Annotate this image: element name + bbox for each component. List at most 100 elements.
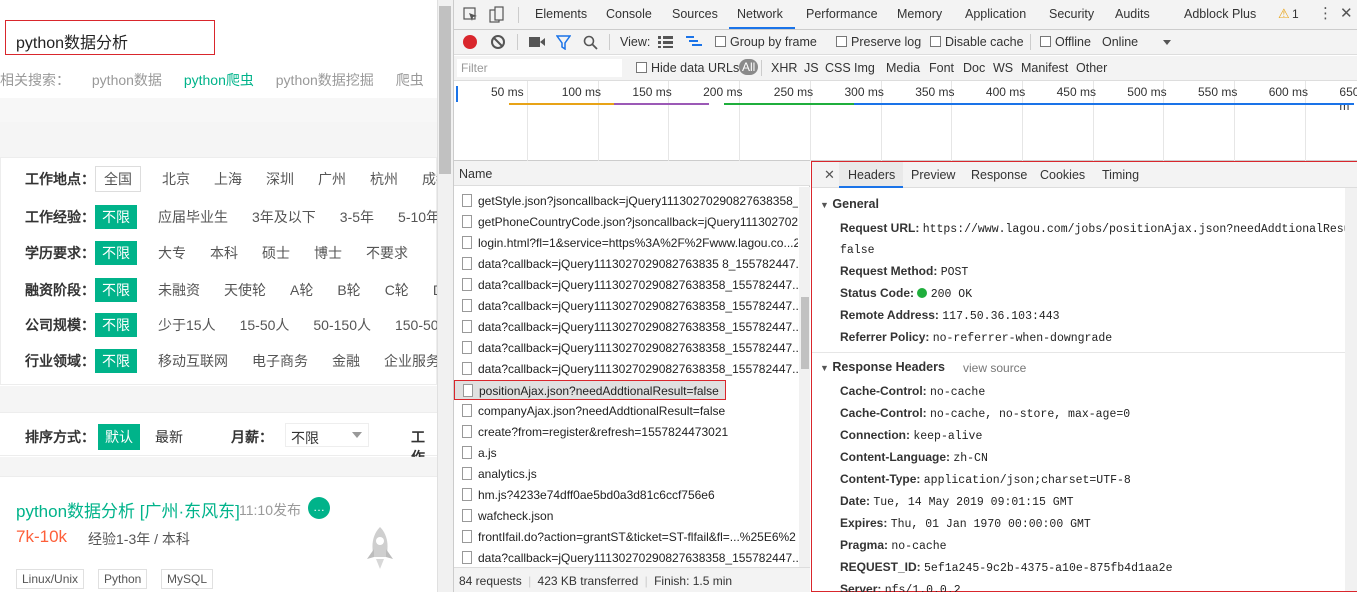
request-row[interactable]: getStyle.json?jsoncallback=jQuery1113027… [454, 191, 798, 212]
request-row[interactable]: login.html?fl=1&service=https%3A%2F%2Fww… [454, 233, 798, 254]
request-row[interactable]: data?callback=jQuery1113027029082763835 … [454, 254, 798, 275]
device-toolbar-icon[interactable] [489, 6, 505, 23]
hide-data-urls-checkbox[interactable]: Hide data URLs [636, 61, 739, 75]
request-row[interactable]: data?callback=jQuery11130270290827638358… [454, 296, 798, 317]
request-row[interactable]: data?callback=jQuery11130270290827638358… [454, 317, 798, 338]
preserve-log-checkbox[interactable]: Preserve log [836, 35, 921, 49]
filter-icon[interactable] [556, 35, 571, 50]
related-link[interactable]: 爬虫 [396, 72, 424, 88]
filter-option[interactable]: 全国 [95, 166, 141, 192]
tab-adblock-plus[interactable]: Adblock Plus [1184, 7, 1256, 21]
tab-headers[interactable]: Headers [848, 168, 895, 182]
request-list-scrollbar-thumb[interactable] [801, 297, 809, 369]
filter-option[interactable]: 广州 [315, 167, 349, 191]
filter-doc[interactable]: Doc [963, 61, 985, 75]
tab-console[interactable]: Console [606, 7, 652, 21]
chat-icon[interactable]: … [308, 497, 330, 519]
filter-option[interactable]: 本科 [207, 241, 241, 265]
filter-xhr[interactable]: XHR [771, 61, 797, 75]
filter-option[interactable]: 天使轮 [221, 278, 269, 302]
tab-application[interactable]: Application [965, 7, 1026, 21]
request-row[interactable]: a.js [454, 443, 798, 464]
filter-option[interactable]: C轮 [382, 278, 412, 302]
filter-option[interactable]: 少于15人 [155, 313, 219, 337]
more-menu-icon[interactable]: ⋮ [1318, 4, 1333, 22]
filter-media[interactable]: Media [886, 61, 920, 75]
inspect-element-icon[interactable] [463, 7, 478, 22]
group-by-frame-checkbox[interactable]: Group by frame [715, 35, 817, 49]
filter-option[interactable]: 5-10年 [395, 205, 443, 229]
filter-manifest[interactable]: Manifest [1021, 61, 1068, 75]
tab-cookies[interactable]: Cookies [1040, 168, 1085, 182]
salary-select[interactable]: 不限 [285, 423, 369, 447]
filter-option[interactable]: A轮 [287, 278, 316, 302]
filter-option[interactable]: 150-50 [392, 315, 442, 335]
camera-icon[interactable] [529, 36, 545, 48]
filter-font[interactable]: Font [929, 61, 954, 75]
page-scrollbar-thumb[interactable] [439, 6, 451, 174]
request-row[interactable]: data?callback=jQuery11130270290827638358… [454, 548, 798, 569]
filter-option[interactable]: 不限 [95, 241, 137, 265]
related-link[interactable]: python爬虫 [184, 72, 254, 88]
request-row[interactable]: create?from=register&refresh=15578244730… [454, 422, 798, 443]
tab-preview[interactable]: Preview [911, 168, 955, 182]
search-input[interactable]: python数据分析 [5, 20, 215, 55]
filter-option[interactable]: 移动互联网 [155, 349, 231, 373]
name-column-header[interactable]: Name [454, 161, 810, 186]
filter-input[interactable]: Filter [457, 59, 622, 77]
close-icon[interactable]: ✕ [1340, 4, 1353, 22]
job-title[interactable]: python数据分析 [广州·东风东] [16, 497, 240, 522]
sort-default[interactable]: 默认 [98, 424, 140, 450]
clear-icon[interactable] [491, 35, 505, 49]
job-card[interactable]: python数据分析 [广州·东风东] 11:10发布 … 7k-10k 经验1… [0, 476, 437, 592]
tab-audits[interactable]: Audits [1115, 7, 1150, 21]
request-row[interactable]: frontIfail.do?action=grantST&ticket=ST-f… [454, 527, 798, 548]
general-section-toggle[interactable]: ▼ General [820, 197, 879, 211]
request-row[interactable]: hm.js?4233e74dff0ae5bd0a3d81c6ccf756e6 [454, 485, 798, 506]
filter-all[interactable]: All [739, 59, 759, 75]
network-overview-timeline[interactable]: 50 ms 100 ms 150 ms 200 ms 250 ms 300 ms 350 m… [454, 81, 1357, 161]
view-source-link[interactable]: view source [963, 361, 1026, 375]
filter-other[interactable]: Other [1076, 61, 1107, 75]
request-list-scrollbar[interactable] [799, 187, 810, 567]
tab-sources[interactable]: Sources [672, 7, 718, 21]
rocket-icon[interactable] [364, 525, 396, 573]
filter-option[interactable]: 企业服务 [381, 349, 443, 373]
filter-option[interactable]: 大专 [155, 241, 189, 265]
request-row[interactable]: getPhoneCountryCode.json?jsoncallback=jQ… [454, 212, 798, 233]
filter-option[interactable]: 15-50人 [237, 313, 293, 337]
throttling-select[interactable]: Online [1102, 35, 1138, 49]
filter-option[interactable]: 上海 [211, 167, 245, 191]
request-row[interactable]: analytics.js [454, 464, 798, 485]
filter-option[interactable]: 50-150人 [310, 313, 374, 337]
close-icon[interactable]: ✕ [824, 167, 835, 183]
filter-option[interactable]: 不限 [95, 205, 137, 229]
filter-option[interactable]: 未融资 [155, 278, 203, 302]
related-link[interactable]: python数据 [92, 72, 162, 88]
tab-elements[interactable]: Elements [535, 7, 587, 21]
filter-option[interactable]: 硕士 [259, 241, 293, 265]
response-headers-toggle[interactable]: ▼ Response Headers [820, 360, 945, 374]
sort-latest[interactable]: 最新 [155, 427, 183, 447]
filter-img[interactable]: Img [854, 61, 875, 75]
chevron-down-icon[interactable] [1163, 40, 1171, 45]
tab-network[interactable]: Network [737, 7, 783, 21]
filter-option[interactable]: 3-5年 [337, 205, 377, 229]
large-rows-icon[interactable] [658, 36, 673, 48]
filter-option[interactable]: 应届毕业生 [155, 205, 231, 229]
filter-option[interactable]: 不限 [95, 349, 137, 373]
filter-option[interactable]: 杭州 [367, 167, 401, 191]
search-icon[interactable] [583, 35, 598, 50]
tab-response[interactable]: Response [971, 168, 1027, 182]
filter-option[interactable]: 不要求 [363, 241, 411, 265]
filter-option[interactable]: 不限 [95, 313, 137, 337]
filter-css[interactable]: CSS [825, 61, 851, 75]
tab-timing[interactable]: Timing [1102, 168, 1139, 182]
waterfall-icon[interactable] [686, 36, 702, 48]
related-link[interactable]: python数据挖掘 [276, 72, 374, 88]
filter-option[interactable]: 深圳 [263, 167, 297, 191]
request-row[interactable]: positionAjax.json?needAddtionalResult=fa… [454, 380, 726, 400]
detail-scrollbar[interactable] [1345, 188, 1357, 591]
filter-option[interactable]: 3年及以下 [249, 205, 319, 229]
filter-option[interactable]: 博士 [311, 241, 345, 265]
